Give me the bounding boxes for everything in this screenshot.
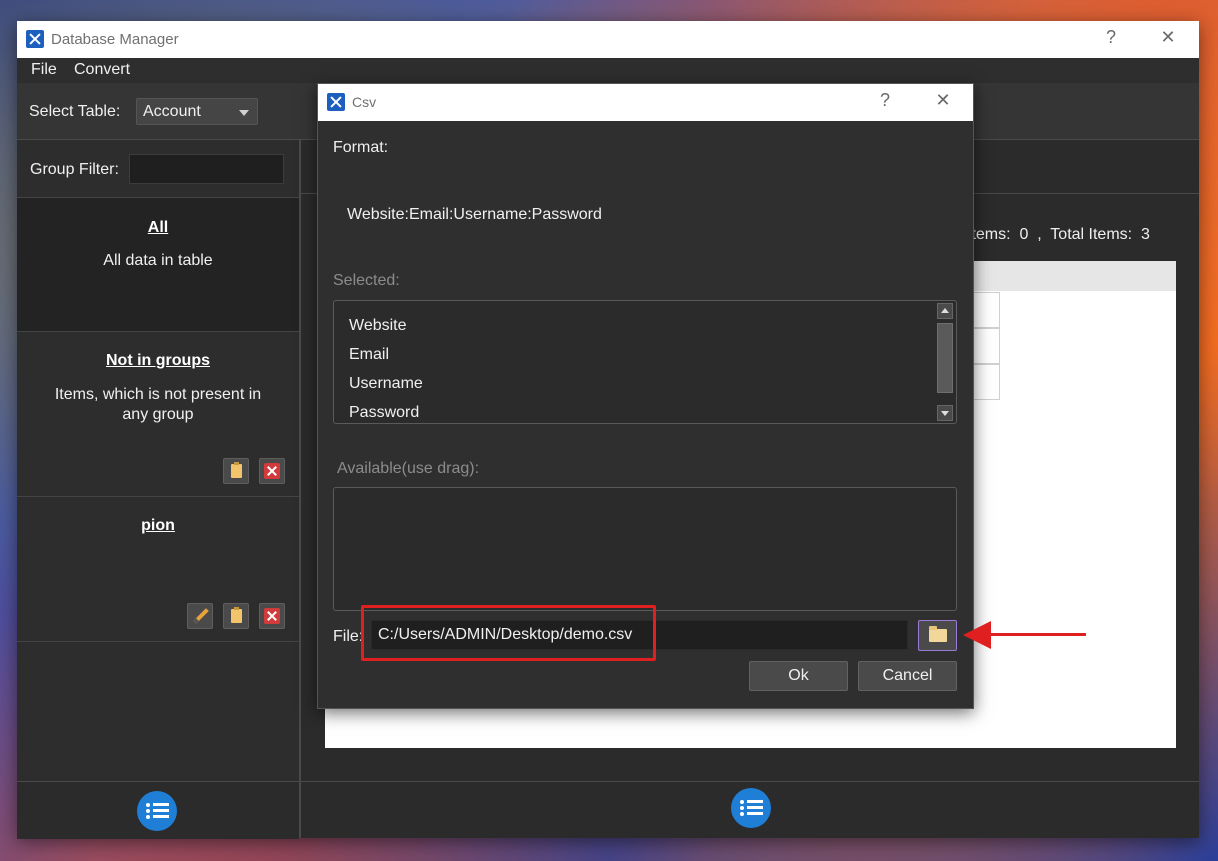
groups-panel: Group Filter: All All data in table Not … — [17, 140, 301, 839]
select-table-label: Select Table: — [29, 103, 121, 120]
empty-group-area — [17, 641, 299, 781]
close-button[interactable]: ✕ — [1156, 27, 1180, 48]
scroll-down-icon[interactable] — [937, 405, 953, 421]
clipboard-icon — [231, 462, 242, 478]
group-title[interactable]: All — [17, 219, 299, 237]
copy-group-button[interactable] — [223, 603, 249, 629]
delete-group-button[interactable] — [259, 603, 285, 629]
menu-bar: File Convert — [17, 58, 1199, 83]
annotation-arrow-icon — [963, 621, 991, 649]
items-count-text: Items: 0 , Total Items: 3 — [967, 226, 1150, 243]
format-label: Format: — [333, 139, 389, 156]
annotation-arrow-line — [985, 633, 1086, 636]
format-value: Website:Email:Username:Password — [347, 206, 602, 223]
dialog-titlebar: Csv ? ✕ — [318, 84, 973, 121]
file-path-highlight — [361, 605, 656, 661]
dialog-close-button[interactable]: ✕ — [931, 90, 955, 111]
cancel-button[interactable]: Cancel — [858, 661, 957, 691]
scroll-thumb[interactable] — [937, 323, 953, 393]
table-select-dropdown[interactable]: Account — [136, 98, 258, 125]
list-menu-icon[interactable] — [137, 791, 177, 831]
list-item[interactable]: Password — [349, 404, 419, 422]
data-panel-footer — [301, 781, 1199, 839]
selected-list-scrollbar[interactable] — [936, 303, 954, 421]
group-title[interactable]: Not in groups — [17, 352, 299, 370]
window-titlebar: Database Manager ? ✕ — [17, 21, 1199, 58]
dialog-title: Csv — [352, 94, 377, 110]
dialog-help-button[interactable]: ? — [873, 90, 897, 111]
ok-button[interactable]: Ok — [749, 661, 848, 691]
app-logo-icon — [327, 93, 345, 111]
menu-file[interactable]: File — [31, 61, 57, 79]
selected-fields-list[interactable]: Website Email Username Password — [333, 300, 957, 424]
folder-icon — [929, 626, 947, 642]
table-cell[interactable] — [970, 328, 1000, 364]
menu-convert[interactable]: Convert — [74, 61, 130, 79]
file-label: File: — [333, 628, 364, 645]
delete-icon — [264, 608, 280, 624]
app-logo-icon — [26, 30, 44, 48]
delete-icon — [264, 463, 280, 479]
selected-label: Selected: — [333, 272, 400, 289]
list-item[interactable]: Username — [349, 375, 423, 393]
group-card-pion[interactable]: pion — [17, 496, 299, 641]
chevron-down-icon — [239, 110, 249, 116]
copy-group-button[interactable] — [223, 458, 249, 484]
available-label: Available(use drag): — [337, 460, 480, 477]
left-panel-footer — [17, 781, 299, 839]
group-description: Items, which is not present in any group — [54, 386, 262, 423]
scroll-up-icon[interactable] — [937, 303, 953, 319]
list-menu-icon[interactable] — [731, 788, 771, 828]
group-description: All data in table — [103, 252, 213, 269]
clipboard-icon — [231, 607, 242, 623]
group-filter-input[interactable] — [129, 154, 284, 184]
table-cell[interactable] — [970, 292, 1000, 328]
browse-file-button[interactable] — [918, 620, 957, 651]
table-cell[interactable] — [970, 364, 1000, 400]
list-item[interactable]: Email — [349, 346, 389, 364]
group-filter-label: Group Filter: — [30, 161, 119, 178]
list-item[interactable]: Website — [349, 317, 407, 335]
edit-group-button[interactable] — [187, 603, 213, 629]
window-title: Database Manager — [51, 31, 179, 48]
table-select-value: Account — [143, 103, 201, 120]
group-title[interactable]: pion — [17, 517, 299, 535]
group-card-all[interactable]: All All data in table — [17, 197, 299, 331]
help-button[interactable]: ? — [1099, 27, 1123, 48]
group-card-not-in-groups[interactable]: Not in groups Items, which is not presen… — [17, 331, 299, 496]
available-fields-list[interactable] — [333, 487, 957, 611]
pencil-icon — [193, 608, 209, 624]
delete-group-button[interactable] — [259, 458, 285, 484]
